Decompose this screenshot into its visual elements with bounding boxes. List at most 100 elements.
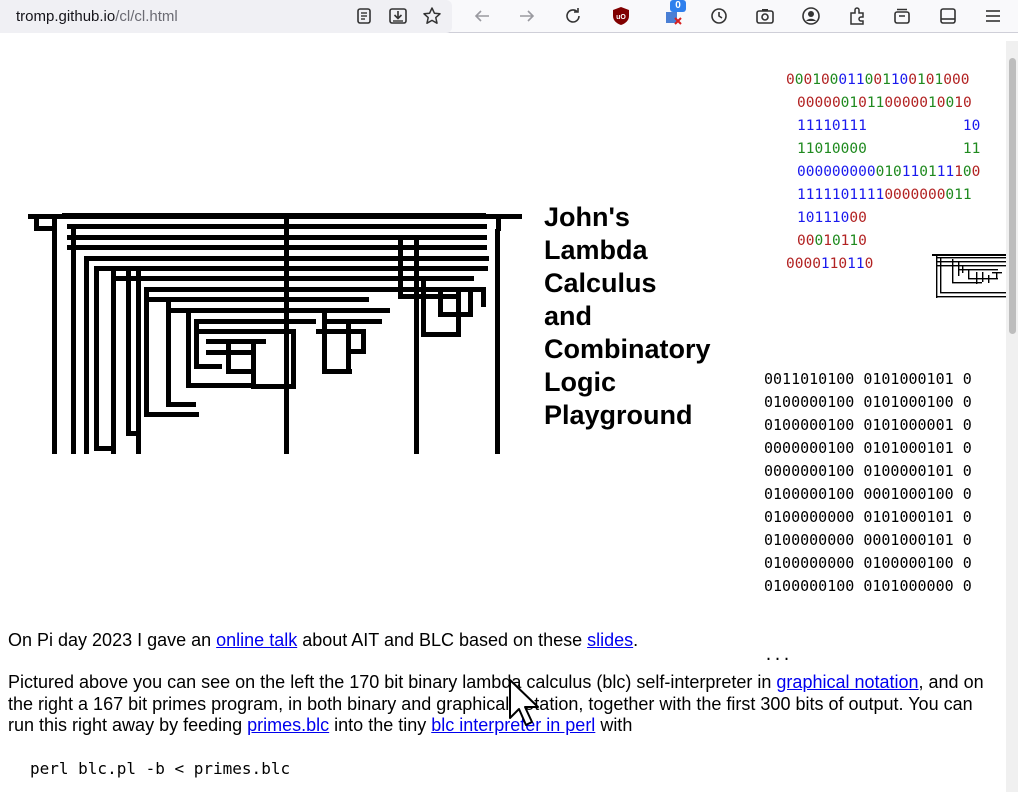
binary-digit-group: 1111101111: [797, 187, 885, 203]
forward-arrow-icon[interactable]: [515, 4, 539, 28]
url-text[interactable]: tromp.github.io/cl/cl.html: [16, 8, 178, 25]
extension-badge: 0: [670, 0, 686, 12]
bit-group: 0000000100: [764, 439, 855, 457]
binary-digit-group: 1: [927, 164, 937, 180]
sidebar-icon[interactable]: [936, 4, 960, 28]
url-host: tromp.github.io: [16, 8, 116, 25]
slides-link[interactable]: slides: [587, 630, 633, 650]
save-to-pocket-icon[interactable]: [386, 4, 410, 28]
bit-group: 0: [962, 508, 972, 526]
binary-digit-group: 0: [838, 256, 848, 272]
binary-digit-group: 1: [884, 164, 894, 180]
binary-digit-group: 0: [962, 164, 972, 180]
bit-group: 0100000100: [764, 393, 855, 411]
primes-bit-row: 0100000000 0001000101 0: [764, 529, 972, 552]
binary-line: 000100011001100101000: [786, 72, 969, 88]
binary-digit-group: 0: [831, 233, 841, 249]
binary-digit-group: 000000000: [797, 164, 876, 180]
primes-bit-row: 0100000000 0100000100 0: [764, 552, 972, 575]
binary-digit-group: 0: [893, 164, 902, 180]
bit-group: 0011010100: [764, 370, 855, 388]
browser-toolbar: tromp.github.io/cl/cl.html uO 0: [0, 0, 1018, 33]
bit-group: 0000000100: [764, 462, 855, 480]
binary-digit-group: 0: [919, 164, 928, 180]
bit-group: 0101000100: [863, 393, 954, 411]
binary-digit-group: 0: [814, 95, 824, 111]
screenshot-icon[interactable]: [753, 4, 777, 28]
binary-digit-group: 0000000: [884, 187, 946, 203]
paragraph-text: On Pi day 2023 I gave an: [8, 630, 217, 650]
address-bar[interactable]: tromp.github.io/cl/cl.html: [0, 0, 452, 33]
primes-bit-row: 0000000100 0100000101 0: [764, 460, 972, 483]
binary-digit-group: 0: [899, 72, 909, 88]
binary-line: 11110111 10: [797, 118, 980, 134]
bit-group: 0101000001: [863, 416, 954, 434]
binary-digit-group: 0: [797, 95, 806, 111]
scrollbar-thumb[interactable]: [1009, 58, 1016, 334]
command-code: perl blc.pl -b < primes.blc: [30, 759, 291, 778]
bit-group: 0: [962, 439, 972, 457]
binary-digit-group: 0: [823, 95, 832, 111]
bookmark-star-icon[interactable]: [420, 4, 444, 28]
svg-text:uO: uO: [616, 14, 626, 21]
bit-group: 0100000100: [863, 554, 954, 572]
online-talk-link[interactable]: online talk: [216, 630, 297, 650]
url-path: /cl/cl.html: [115, 8, 178, 25]
binary-digit-group: 1: [855, 72, 865, 88]
binary-digit-group: 0: [910, 95, 920, 111]
binary-line: 0000110110: [786, 256, 873, 272]
bit-group: 0100000000: [764, 554, 855, 572]
binary-digit-group: 0: [814, 233, 824, 249]
binary-digit-group: 0: [919, 95, 929, 111]
ublock-icon[interactable]: uO: [609, 4, 633, 28]
primes-bit-row: 0011010100 0101000101 0: [764, 368, 972, 391]
collections-icon[interactable]: [890, 4, 914, 28]
bit-group: 0001000100: [863, 485, 954, 503]
title-line: John's: [544, 202, 630, 232]
binary-digit-group: 1: [954, 95, 963, 111]
binary-digit-group: 0: [831, 95, 841, 111]
binary-digit-group: 0: [803, 72, 813, 88]
primes-bit-row: 0100000100 0101000001 0: [764, 414, 972, 437]
binary-digit-group: 1: [910, 164, 920, 180]
reload-icon[interactable]: [561, 4, 585, 28]
bit-group: 0: [962, 462, 972, 480]
graphical-notation-link[interactable]: graphical notation: [776, 672, 918, 692]
mouse-cursor-icon: [509, 679, 539, 726]
bit-group: 0101000000: [863, 577, 954, 595]
binary-digit-group: 0: [875, 164, 885, 180]
binary-digit-group: 1: [847, 256, 856, 272]
primes-bit-row: 0100000000 0101000101 0: [764, 506, 972, 529]
binary-digit-group: 0: [864, 256, 874, 272]
bit-group: 0: [962, 577, 972, 595]
binary-line: 00000010110000010010: [797, 95, 972, 111]
binary-digit-group: 11110111 10: [797, 118, 981, 134]
bit-group: 0: [962, 554, 972, 572]
menu-icon[interactable]: [981, 4, 1005, 28]
bit-group: 0100000101: [863, 462, 954, 480]
binary-digit-group: 0: [873, 72, 883, 88]
back-arrow-icon[interactable]: [470, 4, 494, 28]
binary-digit-group: 1: [882, 72, 891, 88]
primes-blc-link[interactable]: primes.blc: [247, 715, 329, 735]
page-title: John's Lambda Calculus and Combinatory L…: [544, 201, 744, 432]
account-icon[interactable]: [799, 4, 823, 28]
binary-digit-group: 1: [928, 95, 937, 111]
binary-line: 000000000010110111100: [797, 164, 980, 180]
binary-digit-group: 0: [971, 164, 981, 180]
bit-group: 0100000000: [764, 508, 855, 526]
title-line: Playground: [544, 400, 693, 430]
reader-view-icon[interactable]: [352, 4, 376, 28]
paragraph-text: Pictured above you can see on the left t…: [8, 672, 777, 692]
extensions-icon[interactable]: [845, 4, 869, 28]
title-line: Logic: [544, 367, 616, 397]
history-icon[interactable]: [707, 4, 731, 28]
binary-digit-group: 0: [945, 95, 955, 111]
binary-digit-group: 0: [786, 72, 795, 88]
binary-digit-group: 011: [945, 187, 972, 203]
bit-group: 0100000100: [764, 485, 855, 503]
primes-bit-row: 0100000100 0101000100 0: [764, 391, 972, 414]
paragraph-text: with: [595, 715, 633, 735]
binary-digit-group: 0: [962, 95, 972, 111]
binary-digit-group: 1: [847, 72, 856, 88]
